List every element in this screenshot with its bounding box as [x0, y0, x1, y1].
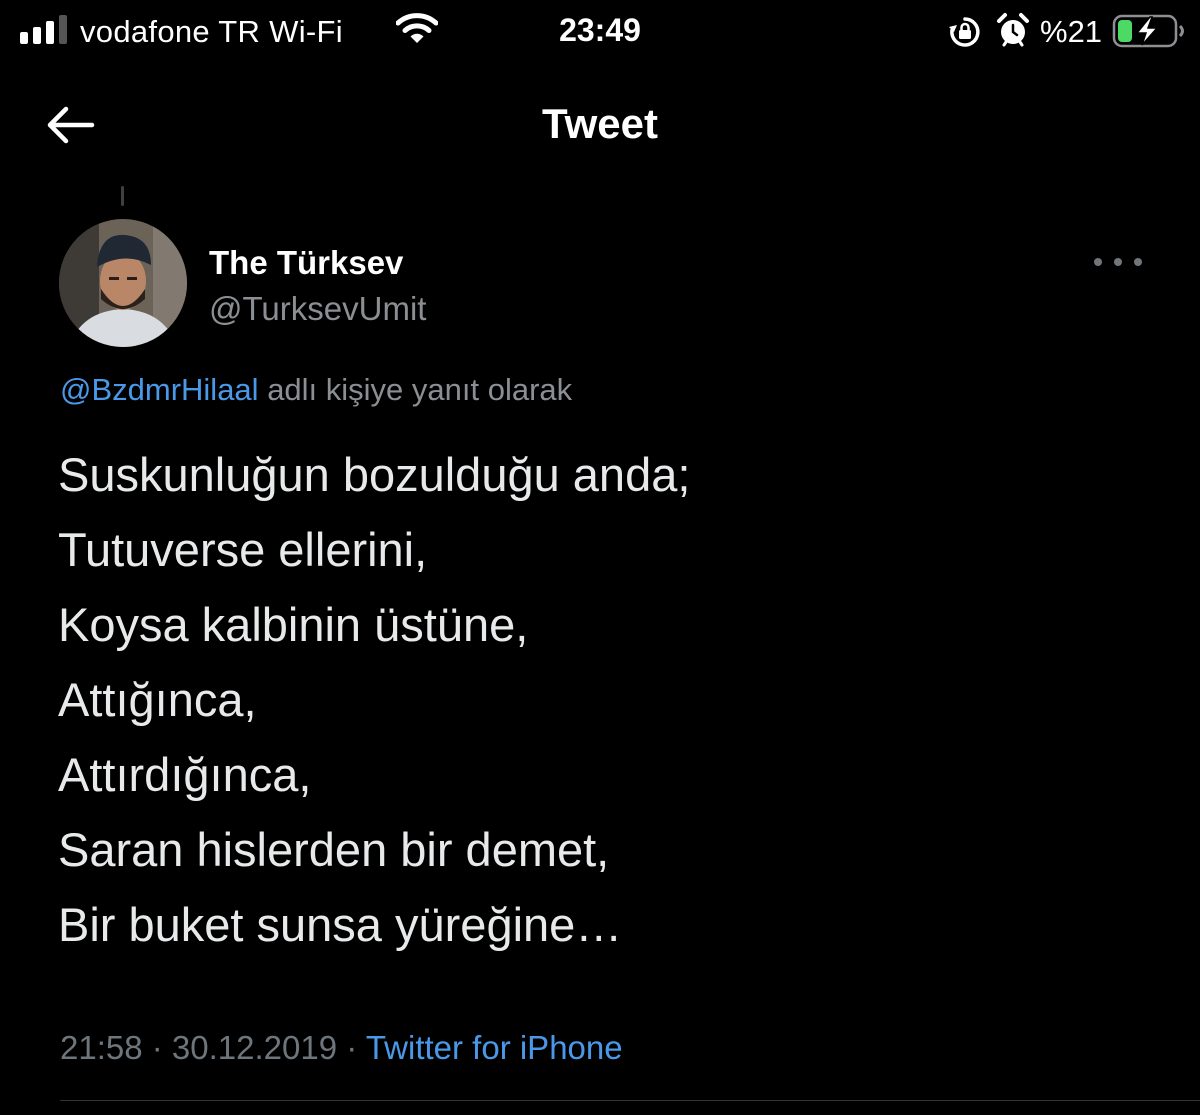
- more-dot: [1134, 258, 1142, 266]
- tweet-text-line: Tutuverse ellerini,: [58, 523, 428, 576]
- more-dot: [1094, 258, 1102, 266]
- tweet-text: Suskunluğun bozulduğu anda; Tutuverse el…: [58, 437, 690, 962]
- reply-context: @BzdmrHilaal adlı kişiye yanıt olarak: [60, 372, 572, 408]
- tweet-text-line: Attırdığınca,: [58, 748, 312, 801]
- tweet-time: 21:58: [60, 1029, 143, 1066]
- tweet-meta: 21:58 · 30.12.2019 · Twitter for iPhone: [60, 1029, 623, 1067]
- author-display-name[interactable]: The Türksev: [209, 244, 403, 282]
- author-handle[interactable]: @TurksevUmit: [209, 290, 426, 328]
- tweet-date: 30.12.2019: [171, 1029, 338, 1066]
- alarm-icon: [997, 13, 1029, 47]
- tweet-text-line: Attığınca,: [58, 673, 257, 726]
- divider: [60, 1100, 1200, 1101]
- tweet-text-line: Suskunluğun bozulduğu anda;: [58, 448, 691, 501]
- avatar[interactable]: [59, 219, 187, 347]
- tweet-text-line: Bir buket sunsa yüreğine…: [58, 898, 623, 951]
- orientation-lock-icon: [949, 17, 980, 47]
- status-bar: vodafone TR Wi-Fi 23:49 %21: [0, 0, 1200, 64]
- reply-context-text: adlı kişiye yanıt olarak: [258, 372, 573, 407]
- more-dot: [1114, 258, 1122, 266]
- more-options-button[interactable]: [1094, 246, 1142, 278]
- tweet-text-line: Koysa kalbinin üstüne,: [58, 598, 529, 651]
- battery-charging-icon: [1112, 14, 1184, 48]
- meta-separator: ·: [337, 1029, 366, 1066]
- tweet-text-line: Saran hislerden bir demet,: [58, 823, 610, 876]
- thread-connector-line: [121, 186, 124, 206]
- nav-bar: Tweet: [0, 64, 1200, 184]
- page-title: Tweet: [542, 100, 658, 147]
- reply-mention-link[interactable]: @BzdmrHilaal: [60, 372, 259, 407]
- tweet-source-link[interactable]: Twitter for iPhone: [366, 1029, 623, 1066]
- avatar-photo: [59, 219, 187, 347]
- battery-percent: %21: [1040, 14, 1103, 49]
- meta-separator: ·: [142, 1029, 172, 1066]
